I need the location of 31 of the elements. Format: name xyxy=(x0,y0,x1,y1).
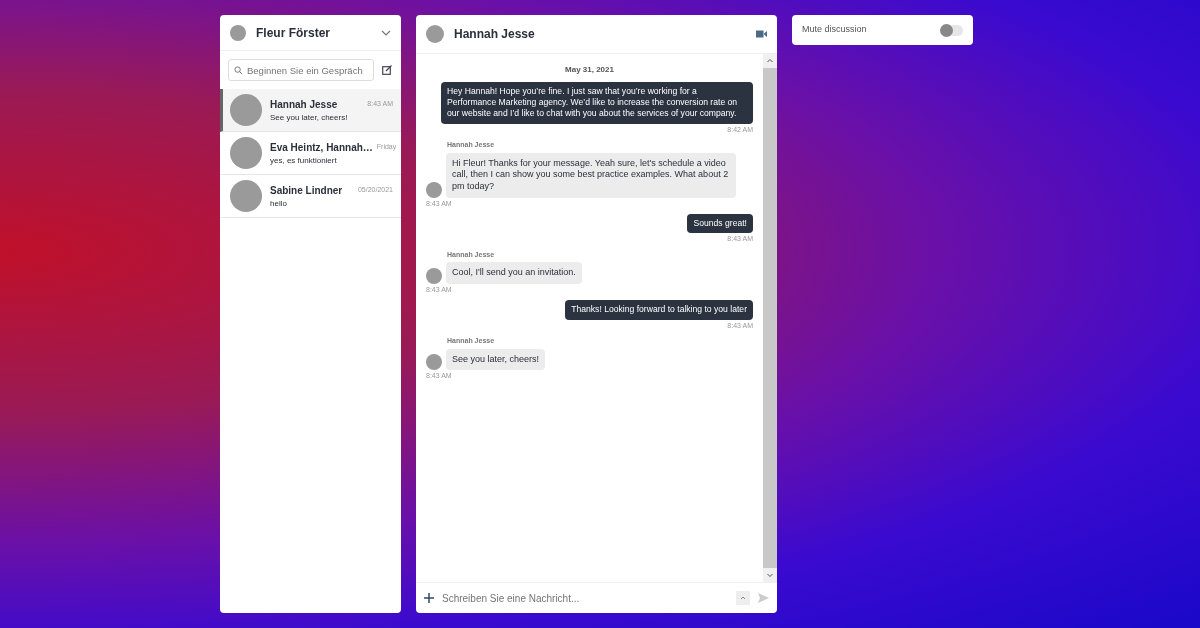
message-preview: hello xyxy=(270,197,288,210)
avatar xyxy=(230,180,262,212)
message-bubble: Hi Fleur! Thanks for your message. Yeah sure, let's schedule a video call, then I can show you some best practice examples. What about 2 pm today? xyxy=(446,152,736,198)
search-field[interactable]: Beginnen Sie ein Gespräch xyxy=(228,59,374,81)
message-preview: See you later, cheers! xyxy=(270,111,349,124)
message-bubble: Cool, I'll send you an invitation. xyxy=(446,262,582,284)
account-name: Fleur Förster xyxy=(256,24,331,42)
message-preview: yes, es funktioniert xyxy=(270,154,338,167)
video-camera-icon[interactable] xyxy=(756,30,767,38)
avatar xyxy=(426,354,442,371)
avatar xyxy=(426,267,442,284)
chat-title: Hannah Jesse xyxy=(454,26,536,43)
compose-icon[interactable] xyxy=(382,65,392,75)
contact-name: Hannah Jesse xyxy=(270,97,338,112)
send-icon[interactable] xyxy=(758,593,769,603)
avatar xyxy=(426,25,444,43)
contact-name: Sabine Lindner xyxy=(270,183,343,198)
avatar xyxy=(230,24,246,41)
contact-name: Eva Heintz, Hannah… xyxy=(270,140,373,155)
chevron-down-icon[interactable] xyxy=(381,29,391,36)
plus-icon[interactable] xyxy=(424,593,434,603)
mute-label: Mute discussion xyxy=(802,23,867,37)
avatar xyxy=(426,181,442,198)
avatar xyxy=(230,94,262,126)
message-bubble: Sounds great! xyxy=(687,214,753,234)
message-bubble: See you later, cheers! xyxy=(446,348,546,371)
message-bubble: Hey Hannah! Hope you’re fine. I just saw that you’re working for a Performance Marketing agency. We’d like to increase the conversion rate on our website and I’d like to chat with you about the services of your company. xyxy=(441,82,753,124)
date-separator: May 31, 2021 xyxy=(564,64,615,76)
message-bubble: Thanks! Looking forward to talking to you later xyxy=(565,300,753,320)
avatar xyxy=(230,137,262,169)
mute-toggle[interactable] xyxy=(941,24,963,36)
